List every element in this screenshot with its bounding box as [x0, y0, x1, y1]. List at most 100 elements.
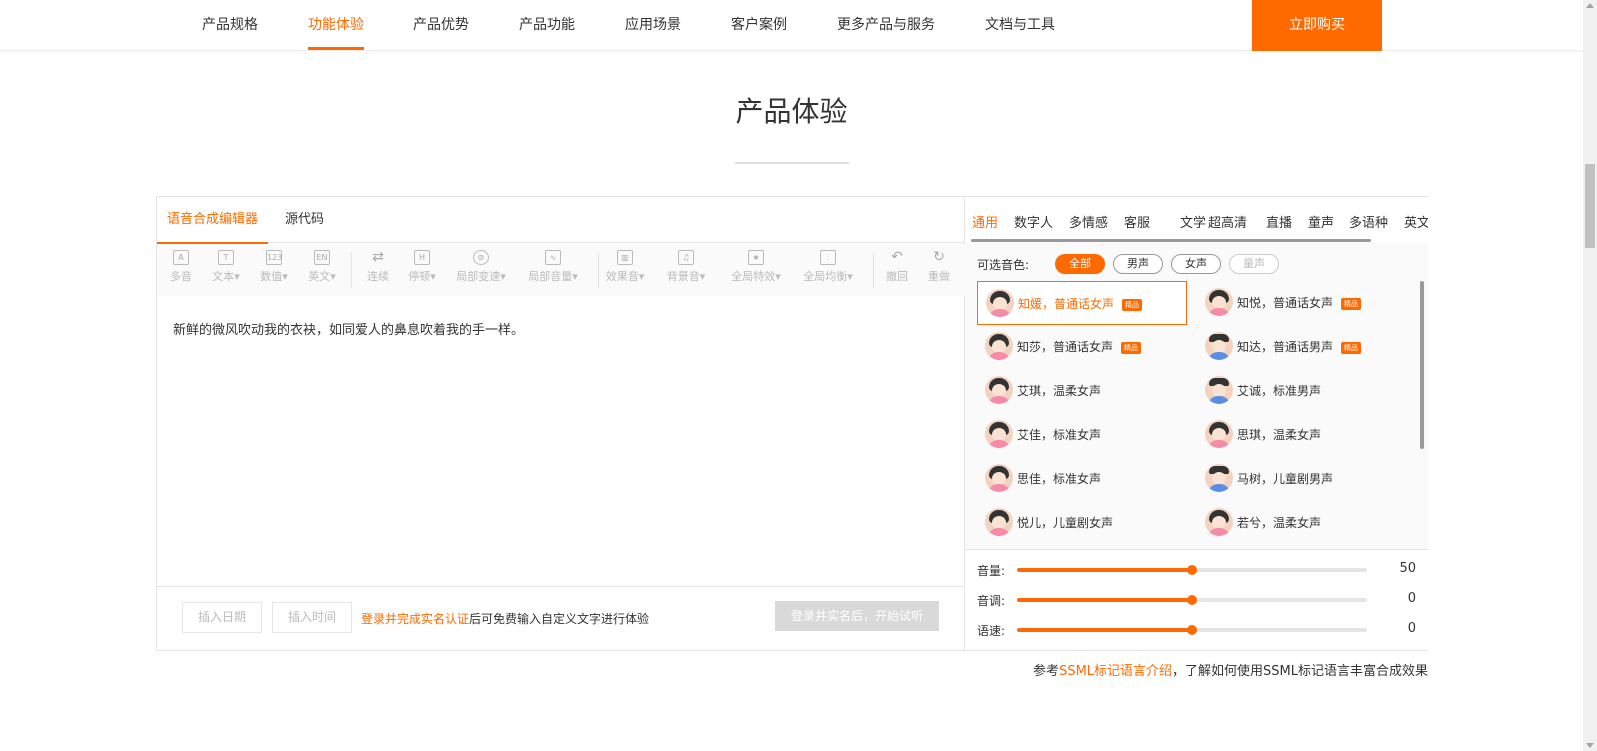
voice-item[interactable]: 艾诚，标准男声 — [1197, 369, 1407, 413]
tool-continuous[interactable]: ⇄ 连续 — [356, 250, 400, 284]
female-avatar-icon — [1205, 508, 1233, 536]
tab-editor[interactable]: 语音合成编辑器 — [157, 197, 269, 244]
editor-section: 语音合成编辑器 源代码 A 多音 T 文本▾ 123 数值▾ EN 英文▾ ⇄ 连续 H停… — [157, 197, 965, 650]
scroll-down-icon[interactable] — [1586, 743, 1594, 748]
category-child[interactable]: 童声 — [1308, 212, 1334, 231]
tool-redo[interactable]: ↻ 重做 — [917, 250, 961, 284]
tab-source-code[interactable]: 源代码 — [285, 197, 324, 243]
category-general[interactable]: 通用 — [972, 212, 998, 231]
voice-list-scrollbar[interactable] — [1420, 281, 1424, 449]
scrollbar-thumb[interactable] — [1585, 164, 1595, 248]
login-verify-link[interactable]: 登录并完成实名认证 — [361, 612, 469, 626]
pause-icon: H — [414, 250, 430, 265]
voice-item[interactable]: 知莎，普通话女声 精品 — [977, 325, 1187, 369]
voice-item[interactable]: 马树，儿童剧男声 — [1197, 457, 1407, 501]
speed-label: 语速: — [977, 624, 1006, 638]
speed-icon: ⊘ — [473, 250, 489, 265]
nav-item-cases[interactable]: 客户案例 — [731, 0, 787, 51]
category-customer-service[interactable]: 客服 — [1124, 212, 1150, 231]
scroll-up-icon[interactable] — [1586, 3, 1594, 8]
category-literature[interactable]: 文学 — [1180, 212, 1206, 231]
volume-label: 音量: — [977, 564, 1006, 578]
female-avatar-icon — [985, 376, 1013, 404]
voice-item[interactable]: 艾琪，温柔女声 — [977, 369, 1187, 413]
polyphone-icon: A — [173, 250, 189, 265]
tool-local-speed[interactable]: ⊘ 局部变速▾ — [456, 250, 506, 284]
tool-english[interactable]: EN 英文▾ — [300, 250, 344, 284]
nav-item-more-products[interactable]: 更多产品与服务 — [837, 0, 935, 51]
title-divider — [735, 162, 849, 164]
filter-male[interactable]: 男声 — [1113, 254, 1163, 274]
tool-background-music[interactable]: ♫ 背景音▾ — [664, 250, 708, 284]
editor-toolbar: A 多音 T 文本▾ 123 数值▾ EN 英文▾ ⇄ 连续 H 停顿▾ ⊘ 局部变速▾ ∿ 局… — [157, 244, 965, 296]
category-digital-human[interactable]: 数字人 — [1014, 212, 1053, 231]
voice-item[interactable]: 悦儿，儿童剧女声 — [977, 501, 1187, 545]
undo-icon: ↶ — [891, 249, 903, 265]
category-multi-emotion[interactable]: 多情感 — [1069, 212, 1108, 231]
voice-item[interactable]: 知媛，普通话女声 精品 — [977, 281, 1187, 325]
category-scrollbar[interactable] — [971, 239, 1371, 242]
category-live[interactable]: 直播 — [1266, 212, 1292, 231]
premium-badge: 精品 — [1341, 297, 1362, 310]
tool-number[interactable]: 123 数值▾ — [252, 250, 296, 284]
experience-panel: 语音合成编辑器 源代码 A 多音 T 文本▾ 123 数值▾ EN 英文▾ ⇄ 连续 H停… — [156, 196, 1428, 651]
tool-sound-effect[interactable]: ▥ 效果音▾ — [603, 250, 647, 284]
equalizer-icon: ⫶ — [820, 250, 836, 265]
premium-badge: 精品 — [1122, 298, 1143, 311]
category-multilingual[interactable]: 多语种 — [1349, 212, 1388, 231]
tool-polyphone[interactable]: A 多音 — [159, 250, 203, 284]
start-listen-button[interactable]: 登录并实名后，开始试听 — [775, 601, 939, 631]
editor-text-area[interactable]: 新鲜的微风吹动我的衣袂，如同爱人的鼻息吹着我的手一样。 — [173, 319, 524, 338]
filter-child[interactable]: 童声 — [1229, 254, 1279, 274]
page-scrollbar[interactable] — [1583, 0, 1597, 751]
english-icon: EN — [314, 250, 330, 265]
speed-slider[interactable] — [1017, 625, 1367, 635]
nav-item-advantages[interactable]: 产品优势 — [413, 0, 469, 51]
insert-date-button[interactable]: 插入日期 — [182, 602, 262, 633]
buy-now-button[interactable]: 立即购买 — [1252, 0, 1382, 51]
voice-section: 通用 数字人 多情感 客服 文学 超高清 直播 童声 多语种 英文 可选音色: … — [965, 197, 1428, 650]
speed-value: 0 — [1407, 621, 1416, 636]
toolbar-separator — [873, 252, 874, 288]
female-avatar-icon — [985, 464, 1013, 492]
voice-item[interactable]: 知悦，普通话女声 精品 — [1197, 281, 1407, 325]
tool-pause[interactable]: H 停顿▾ — [400, 250, 444, 284]
ssml-intro-link[interactable]: SSML标记语言介绍 — [1059, 664, 1172, 679]
volume-slider[interactable] — [1017, 565, 1367, 575]
insert-time-button[interactable]: 插入时间 — [272, 602, 352, 633]
toolbar-separator — [351, 252, 352, 288]
tool-local-volume[interactable]: ∿ 局部音量▾ — [528, 250, 578, 284]
audio-settings: 音量: 50 音调: 0 语速: 0 — [965, 549, 1428, 650]
category-ultra-hd[interactable]: 超高清 — [1208, 212, 1247, 231]
voice-item[interactable]: 思佳，标准女声 — [977, 457, 1187, 501]
voice-item[interactable]: 思琪，温柔女声 — [1197, 413, 1407, 457]
pitch-value: 0 — [1407, 591, 1416, 606]
filter-all[interactable]: 全部 — [1055, 254, 1105, 274]
nav-item-features[interactable]: 产品功能 — [519, 0, 575, 51]
text-icon: T — [218, 250, 234, 265]
voice-item[interactable]: 知达，普通话男声 精品 — [1197, 325, 1407, 369]
nav-item-experience[interactable]: 功能体验 — [308, 0, 364, 51]
nav-item-scenarios[interactable]: 应用场景 — [625, 0, 681, 51]
female-avatar-icon — [985, 332, 1013, 360]
top-navigation: 产品规格 功能体验 产品优势 产品功能 应用场景 客户案例 更多产品与服务 文档… — [0, 0, 1583, 51]
voice-list: 知媛，普通话女声 精品 知悦，普通话女声 精品 知莎，普通话女声 精品 知达，普通话男… — [965, 281, 1428, 549]
speed-slider-handle[interactable] — [1187, 625, 1197, 635]
pitch-slider-handle[interactable] — [1187, 595, 1197, 605]
editor-tabs: 语音合成编辑器 源代码 — [157, 197, 965, 244]
female-avatar-icon — [985, 420, 1013, 448]
tool-undo[interactable]: ↶ 撤回 — [875, 250, 919, 284]
nav-item-docs-tools[interactable]: 文档与工具 — [985, 0, 1055, 51]
filter-female[interactable]: 女声 — [1171, 254, 1221, 274]
category-english[interactable]: 英文 — [1404, 212, 1428, 231]
voice-item[interactable]: 若兮，温柔女声 — [1197, 501, 1407, 545]
tool-global-equalizer[interactable]: ⫶ 全局均衡▾ — [800, 250, 856, 284]
tool-global-effects[interactable]: ★ 全局特效▾ — [728, 250, 784, 284]
voice-category-tabs: 通用 数字人 多情感 客服 文学 超高清 直播 童声 多语种 英文 — [965, 197, 1428, 243]
volume-slider-handle[interactable] — [1187, 565, 1197, 575]
pitch-slider[interactable] — [1017, 595, 1367, 605]
nav-item-specs[interactable]: 产品规格 — [202, 0, 258, 51]
page-title: 产品体验 — [735, 95, 848, 128]
tool-text[interactable]: T 文本▾ — [204, 250, 248, 284]
voice-item[interactable]: 艾佳，标准女声 — [977, 413, 1187, 457]
